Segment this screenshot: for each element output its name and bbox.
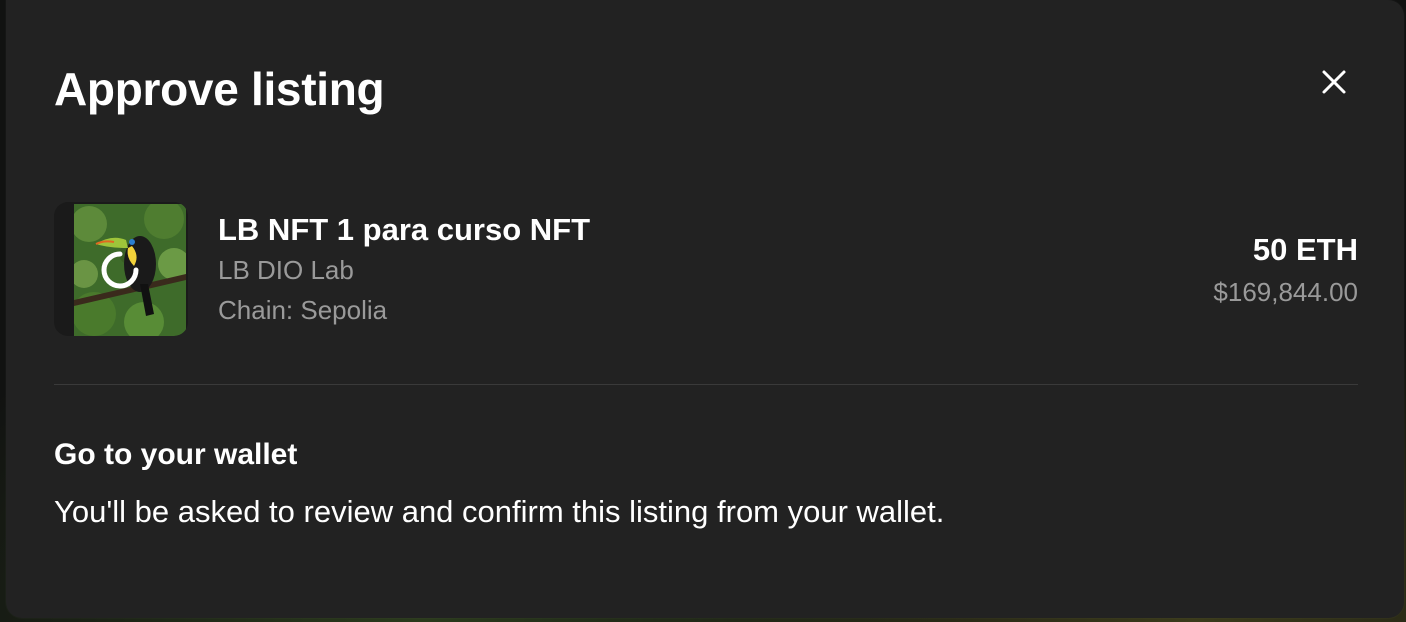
item-chain: Chain: Sepolia	[218, 295, 388, 325]
listing-item: LB NFT 1 para curso NFT LB DIO Lab Chain…	[54, 202, 1358, 338]
section-divider	[54, 384, 1358, 385]
approve-listing-modal: Approve listing LB NFT 1 para curso NFT …	[6, 0, 1404, 618]
item-collection: LB DIO Lab	[218, 255, 354, 285]
price-usd: $169,844.00	[1213, 277, 1358, 307]
spinner-icon	[101, 251, 139, 289]
close-icon	[1322, 70, 1346, 94]
close-button[interactable]	[1316, 64, 1352, 100]
listing-price: 50 ETH $169,844.00	[1213, 228, 1358, 312]
price-eth: 50 ETH	[1252, 232, 1358, 267]
nft-thumbnail	[54, 202, 188, 336]
step-title: Go to your wallet	[54, 438, 298, 471]
item-name: LB NFT 1 para curso NFT	[218, 212, 591, 247]
step-description: You'll be asked to review and confirm th…	[54, 494, 945, 529]
modal-title: Approve listing	[54, 63, 385, 115]
item-details: LB NFT 1 para curso NFT LB DIO Lab Chain…	[218, 210, 590, 330]
